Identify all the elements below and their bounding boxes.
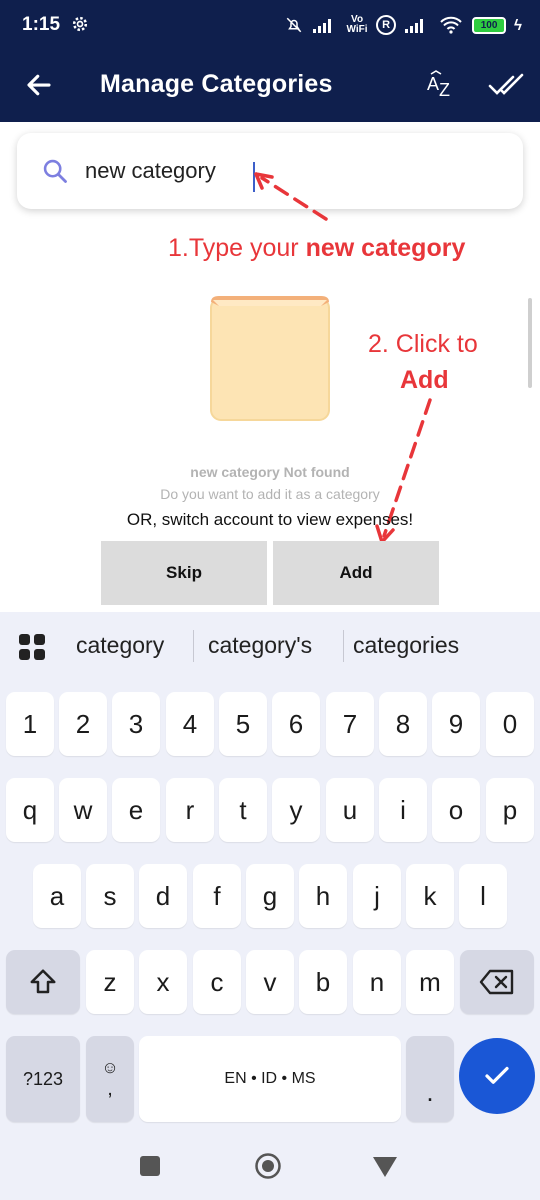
add-button[interactable]: Add [273, 541, 439, 605]
back-arrow-icon[interactable] [24, 70, 54, 100]
system-nav-bar [0, 1136, 540, 1200]
emoji-icon: ☺ [101, 1057, 119, 1077]
switch-account-hint: OR, switch account to view expenses! [126, 510, 414, 529]
skip-button[interactable]: Skip [101, 541, 267, 605]
not-found-text: new category Not found [190, 464, 350, 480]
key-o[interactable]: o [432, 778, 480, 842]
key-2[interactable]: 2 [59, 692, 107, 756]
key-a[interactable]: a [33, 864, 81, 928]
keyboard: category category's categories 1 2 3 4 5… [0, 612, 540, 1136]
suggestion-divider [343, 630, 344, 662]
key-t[interactable]: t [219, 778, 267, 842]
key-8[interactable]: 8 [379, 692, 427, 756]
key-u[interactable]: u [326, 778, 374, 842]
key-y[interactable]: y [272, 778, 320, 842]
key-e[interactable]: e [112, 778, 160, 842]
key-3[interactable]: 3 [112, 692, 160, 756]
scrollbar[interactable] [528, 298, 532, 388]
key-h[interactable]: h [299, 864, 347, 928]
key-9[interactable]: 9 [432, 692, 480, 756]
vowifi-label: Vo WiFi [346, 14, 368, 35]
enter-key[interactable] [459, 1038, 535, 1114]
key-1[interactable]: 1 [6, 692, 54, 756]
svg-text:Z: Z [439, 80, 450, 100]
key-0[interactable]: 0 [486, 692, 534, 756]
empty-box-icon [210, 296, 330, 421]
space-key[interactable]: EN • ID • MS [139, 1036, 401, 1122]
key-g[interactable]: g [246, 864, 294, 928]
shift-key[interactable] [6, 950, 80, 1014]
comma-label: , [107, 1077, 113, 1100]
content-area: 1.Type your new category 2. Click to Add… [0, 122, 540, 612]
charging-icon: ϟ [514, 16, 522, 34]
symbols-key[interactable]: ?123 [6, 1036, 80, 1122]
key-v[interactable]: v [246, 950, 294, 1014]
key-r[interactable]: r [166, 778, 214, 842]
key-p[interactable]: p [486, 778, 534, 842]
suggestion-2[interactable]: category's [208, 632, 312, 659]
suggestion-divider [193, 630, 194, 662]
keyboard-menu-grid-icon[interactable] [18, 633, 46, 661]
backspace-key[interactable] [460, 950, 534, 1014]
period-key[interactable]: . [406, 1036, 454, 1122]
key-f[interactable]: f [193, 864, 241, 928]
key-b[interactable]: b [299, 950, 347, 1014]
key-5[interactable]: 5 [219, 692, 267, 756]
shift-icon [30, 969, 56, 994]
key-c[interactable]: c [193, 950, 241, 1014]
key-6[interactable]: 6 [272, 692, 320, 756]
sort-alphabetical-icon[interactable]: A Z [424, 68, 458, 102]
wifi-icon [440, 16, 462, 34]
key-j[interactable]: j [353, 864, 401, 928]
arrow-to-search [260, 176, 328, 221]
app-bar: 1:15 Vo WiFi R 100 ϟ Manage Categories A… [0, 0, 540, 122]
key-d[interactable]: d [139, 864, 187, 928]
recent-apps-icon[interactable] [140, 1156, 160, 1176]
mute-bell-icon [286, 17, 302, 33]
add-prompt-text: Do you want to add it as a category [160, 486, 380, 502]
signal-icon [405, 19, 424, 33]
key-s[interactable]: s [86, 864, 134, 928]
back-triangle-icon[interactable] [372, 1156, 398, 1178]
done-all-icon[interactable] [488, 68, 524, 102]
suggestion-1[interactable]: category [76, 632, 164, 659]
key-i[interactable]: i [379, 778, 427, 842]
settings-gear-icon [72, 16, 88, 32]
page-title: Manage Categories [100, 70, 333, 98]
key-l[interactable]: l [459, 864, 507, 928]
key-m[interactable]: m [406, 950, 454, 1014]
key-w[interactable]: w [59, 778, 107, 842]
key-x[interactable]: x [139, 950, 187, 1014]
key-z[interactable]: z [86, 950, 134, 1014]
status-icons: Vo WiFi R 100 ϟ [284, 10, 522, 40]
signal-icon [313, 19, 332, 33]
battery-icon: 100 [472, 16, 507, 34]
key-n[interactable]: n [353, 950, 401, 1014]
key-k[interactable]: k [406, 864, 454, 928]
key-7[interactable]: 7 [326, 692, 374, 756]
key-4[interactable]: 4 [166, 692, 214, 756]
home-icon[interactable] [254, 1152, 282, 1180]
emoji-comma-key[interactable]: ☺ , [86, 1036, 134, 1122]
checkmark-icon [485, 1066, 509, 1084]
status-time: 1:15 [22, 14, 61, 35]
backspace-icon [479, 969, 514, 995]
svg-text:A: A [427, 74, 439, 94]
key-q[interactable]: q [6, 778, 54, 842]
suggestion-3[interactable]: categories [353, 632, 459, 659]
roaming-icon: R [376, 15, 397, 35]
